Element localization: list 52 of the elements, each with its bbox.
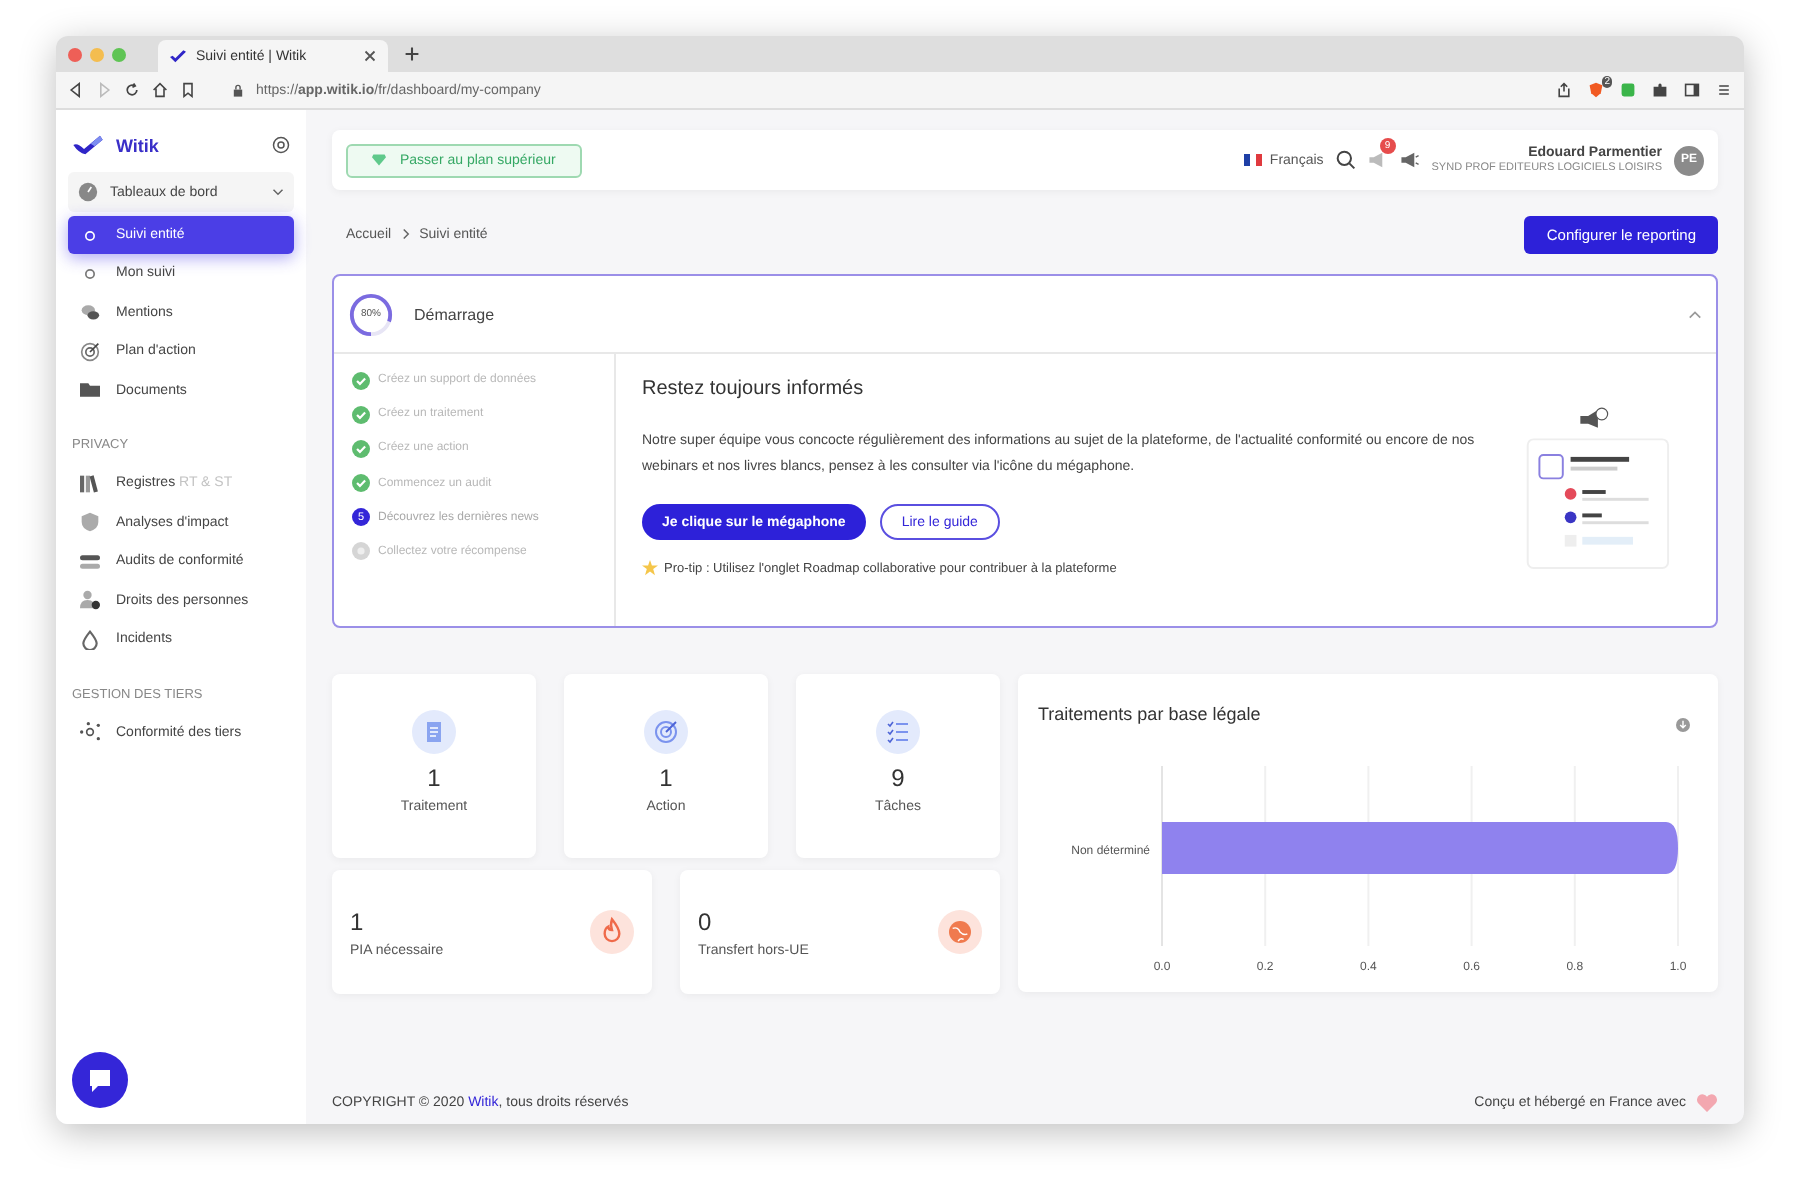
person-icon	[80, 590, 100, 611]
gauge-icon	[78, 182, 98, 202]
megaphone-icon[interactable]	[1399, 150, 1420, 170]
stat-value: 0	[698, 907, 714, 935]
chevron-icon	[401, 228, 410, 240]
stat-value: 1	[427, 764, 441, 792]
flame-icon	[590, 910, 634, 954]
home-icon[interactable]	[152, 82, 168, 98]
search-icon[interactable]	[1335, 150, 1356, 170]
chat-button[interactable]	[72, 1052, 128, 1108]
chat-icon	[86, 1066, 114, 1094]
shield-icon	[80, 512, 100, 533]
books-icon	[80, 473, 100, 494]
stat-value: 9	[891, 764, 905, 792]
star-icon	[642, 560, 658, 576]
lock-icon	[232, 83, 244, 97]
chat-icon	[80, 302, 100, 323]
caret-icon	[272, 188, 284, 196]
ring-icon	[80, 225, 100, 245]
stat-value: 1	[659, 764, 673, 792]
logo-icon	[72, 134, 104, 156]
menu-icon[interactable]	[1716, 82, 1732, 98]
brand-name: Witik	[116, 135, 161, 155]
drop-icon	[80, 629, 100, 650]
flag-icon	[1243, 154, 1262, 166]
chart-title: Traitements par base légale	[1038, 704, 1261, 724]
reload-icon[interactable]	[124, 82, 140, 98]
stat-value: 1	[350, 907, 366, 935]
notifications-icon[interactable]	[1367, 150, 1388, 170]
stat-icon	[412, 710, 456, 754]
sidebar-toggle-icon[interactable]	[1684, 82, 1700, 98]
settings-icon[interactable]	[272, 136, 290, 154]
target-icon	[80, 341, 100, 362]
chevron-icon[interactable]	[1688, 309, 1702, 319]
heart-icon	[1696, 1093, 1718, 1111]
network-icon	[80, 722, 100, 743]
folder-icon	[80, 380, 100, 401]
ring-icon	[80, 263, 100, 284]
logo-icon	[170, 49, 186, 63]
back-icon[interactable]	[68, 82, 84, 98]
card-title: Démarrage	[414, 305, 497, 323]
download-icon[interactable]	[1676, 718, 1690, 732]
gem-icon	[372, 154, 386, 166]
news-title: Restez toujours informés	[642, 378, 866, 400]
bookmark-icon[interactable]	[180, 82, 196, 98]
globe-icon	[938, 910, 982, 954]
stat-icon	[876, 710, 920, 754]
stat-icon	[644, 710, 688, 754]
close-icon[interactable]	[364, 50, 376, 62]
new-tab-icon[interactable]	[404, 46, 420, 62]
share-icon[interactable]	[1556, 82, 1572, 98]
toggle-icon	[80, 551, 100, 572]
